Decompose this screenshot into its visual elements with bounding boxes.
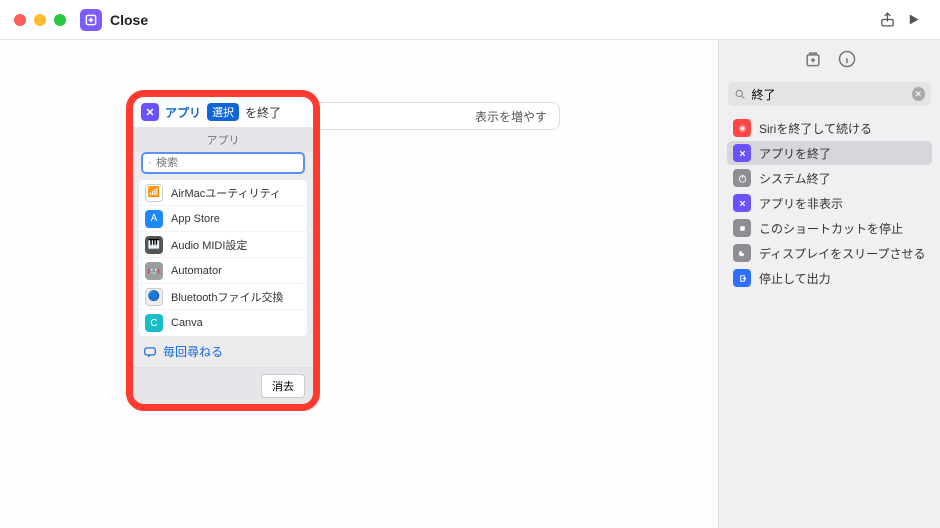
- app-row[interactable]: 🔵 Bluetoothファイル交換: [139, 284, 307, 310]
- sidebar-item[interactable]: システム終了: [727, 166, 932, 190]
- popover-section-header: アプリ: [133, 127, 313, 152]
- sidebar-item-icon: [733, 194, 751, 212]
- app-row[interactable]: C Canva: [139, 310, 307, 336]
- app-icon: 🎹: [145, 236, 163, 254]
- window-title: Close: [110, 12, 148, 28]
- zoom-window-button[interactable]: [54, 14, 66, 26]
- shortcut-icon: [80, 9, 102, 31]
- app-row[interactable]: A App Store: [139, 206, 307, 232]
- clear-search-button[interactable]: ✕: [912, 87, 925, 101]
- search-icon: [734, 88, 747, 101]
- sidebar-item-icon: [733, 269, 751, 287]
- app-row[interactable]: 📶 AirMacユーティリティ: [139, 180, 307, 206]
- search-icon: [148, 157, 152, 169]
- popover-search-input[interactable]: [156, 157, 298, 169]
- minimize-window-button[interactable]: [34, 14, 46, 26]
- app-row[interactable]: 🤖 Automator: [139, 258, 307, 284]
- app-icon: 🤖: [145, 262, 163, 280]
- info-button[interactable]: [837, 49, 857, 69]
- app-icon: 📶: [145, 184, 163, 202]
- close-window-button[interactable]: [14, 14, 26, 26]
- app-list: 📶 AirMacユーティリティ A App Store 🎹 Audio MIDI設定 🤖 Au…: [139, 180, 307, 336]
- param-select-pill[interactable]: 選択: [207, 103, 239, 121]
- sidebar-item-icon: [733, 244, 751, 262]
- sidebar-item-icon: [733, 219, 751, 237]
- share-button[interactable]: [874, 7, 900, 33]
- sidebar-search[interactable]: ✕: [728, 82, 931, 106]
- clear-button[interactable]: 消去: [261, 374, 305, 398]
- app-name: Canva: [171, 317, 203, 329]
- app-icon: 🔵: [145, 288, 163, 306]
- app-row[interactable]: 🎹 Audio MIDI設定: [139, 232, 307, 258]
- chat-icon: [143, 345, 157, 359]
- sidebar-search-input[interactable]: [752, 87, 907, 101]
- quit-app-action-icon: ✕: [141, 103, 159, 121]
- sidebar-item[interactable]: Siriを終了して続ける: [727, 116, 932, 140]
- param-end-label: を終了: [245, 104, 281, 121]
- sidebar-item-label: ディスプレイをスリープさせる: [759, 245, 925, 262]
- sidebar-item[interactable]: アプリを非表示: [727, 191, 932, 215]
- sidebar-item-icon: [733, 169, 751, 187]
- right-sidebar: ✕ Siriを終了して続けるアプリを終了システム終了アプリを非表示このショートカ…: [718, 40, 940, 528]
- library-button[interactable]: [803, 49, 823, 69]
- titlebar: Close: [0, 0, 940, 40]
- app-name: Audio MIDI設定: [171, 237, 247, 253]
- app-icon: C: [145, 314, 163, 332]
- app-name: AirMacユーティリティ: [171, 185, 281, 201]
- action-header: ✕ アプリ 選択 を終了: [133, 97, 313, 127]
- app-icon: A: [145, 210, 163, 228]
- app-name: App Store: [171, 213, 220, 225]
- sidebar-item-label: 停止して出力: [759, 270, 831, 287]
- sidebar-action-list: Siriを終了して続けるアプリを終了システム終了アプリを非表示このショートカット…: [719, 116, 940, 290]
- popover-search-field[interactable]: [141, 152, 305, 174]
- sidebar-item[interactable]: このショートカットを停止: [727, 216, 932, 240]
- run-button[interactable]: [900, 7, 926, 33]
- param-app-label[interactable]: アプリ: [165, 104, 201, 121]
- show-more-label[interactable]: 表示を増やす: [475, 108, 547, 125]
- app-name: Automator: [171, 265, 222, 277]
- sidebar-item-label: アプリを非表示: [759, 195, 843, 212]
- sidebar-item-icon: [733, 119, 751, 137]
- sidebar-item[interactable]: アプリを終了: [727, 141, 932, 165]
- ask-each-time-row[interactable]: 毎回尋ねる: [133, 336, 313, 367]
- app-name: Bluetoothファイル交換: [171, 289, 283, 305]
- sidebar-item-label: このショートカットを停止: [759, 220, 903, 237]
- sidebar-item-icon: [733, 144, 751, 162]
- sidebar-item[interactable]: ディスプレイをスリープさせる: [727, 241, 932, 265]
- sidebar-item-label: Siriを終了して続ける: [759, 120, 872, 137]
- editor-canvas: 表示を増やす ✕ アプリ 選択 を終了 アプリ 📶AirMacユーティリティAA…: [0, 40, 718, 528]
- sidebar-item-label: アプリを終了: [759, 145, 831, 162]
- sidebar-item[interactable]: 停止して出力: [727, 266, 932, 290]
- window-controls: [14, 14, 66, 26]
- app-picker-popover: ✕ アプリ 選択 を終了 アプリ 📶 AirMacユーティリティ A App Stor…: [126, 90, 320, 411]
- sidebar-item-label: システム終了: [759, 170, 831, 187]
